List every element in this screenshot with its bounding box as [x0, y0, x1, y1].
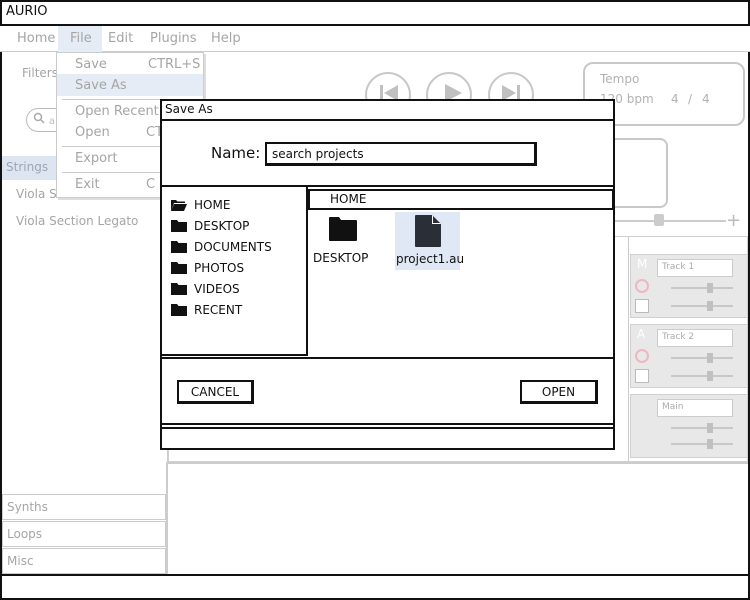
menu-item-open[interactable]: Open: [75, 125, 110, 140]
pan-slider[interactable]: [671, 443, 733, 445]
file-item-label[interactable]: project1.au: [396, 252, 464, 266]
dialog-status-bar: [160, 427, 615, 450]
mute-toggle[interactable]: M: [637, 257, 647, 271]
folder-item-home[interactable]: HOME: [170, 196, 230, 214]
menu-item-save[interactable]: Save: [75, 57, 107, 72]
zoom-slider-track[interactable]: [614, 220, 726, 222]
category-synths[interactable]: Synths: [2, 494, 166, 520]
record-icon[interactable]: [635, 279, 649, 293]
folder-icon: [171, 304, 187, 316]
folder-icon: [171, 283, 187, 295]
bottom-pane: [168, 462, 748, 574]
record-icon[interactable]: [635, 349, 649, 363]
pan-slider-handle[interactable]: [707, 371, 713, 381]
dialog-title: Save As: [165, 102, 213, 116]
menu-help[interactable]: Help: [211, 31, 241, 46]
folder-open-icon: [171, 200, 187, 211]
track-strip: A Track 2: [630, 324, 748, 388]
track-divider: [628, 236, 629, 462]
current-path: HOME: [330, 192, 367, 206]
category-loops[interactable]: Loops: [2, 521, 166, 547]
tempo-label: Tempo: [600, 72, 640, 86]
menu-home[interactable]: Home: [17, 31, 55, 46]
track-checkbox[interactable]: [635, 369, 649, 383]
library-item[interactable]: Viola Section Legato: [16, 214, 138, 228]
file-name-input[interactable]: [265, 142, 537, 166]
file-icon[interactable]: [414, 214, 442, 252]
zoom-slider-handle[interactable]: [654, 214, 664, 226]
app-title: AURIO: [6, 4, 48, 19]
filters-button[interactable]: Filters: [22, 66, 58, 80]
volume-slider[interactable]: [671, 357, 733, 359]
folder-label: DESKTOP: [194, 219, 250, 233]
track-name-field[interactable]: Track 2: [657, 329, 733, 347]
folder-label: PHOTOS: [194, 261, 245, 275]
time-signature-separator: /: [688, 92, 693, 106]
menu-item-exit[interactable]: Exit: [75, 177, 100, 192]
shortcut-save: CTRL+S: [148, 57, 201, 72]
pan-slider-handle[interactable]: [707, 301, 713, 311]
cancel-button[interactable]: CANCEL: [177, 380, 254, 404]
file-pane: [308, 187, 615, 356]
arm-toggle[interactable]: A: [637, 327, 645, 341]
pan-slider[interactable]: [671, 375, 733, 377]
menu-file[interactable]: File: [70, 31, 92, 46]
volume-slider[interactable]: [671, 427, 733, 429]
folder-icon[interactable]: [328, 216, 358, 246]
open-button[interactable]: OPEN: [520, 380, 598, 404]
volume-slider-handle[interactable]: [707, 353, 713, 363]
track-name-field[interactable]: Track 1: [657, 259, 733, 277]
library-item[interactable]: Viola S: [16, 187, 57, 201]
menu-plugins[interactable]: Plugins: [150, 31, 197, 46]
zoom-in-button[interactable]: +: [726, 210, 741, 231]
track-strip-main: Main: [630, 394, 748, 458]
library-search-hint: a: [48, 116, 55, 127]
track-checkbox[interactable]: [635, 299, 649, 313]
track-strip: M Track 1: [630, 254, 748, 318]
folder-label: RECENT: [194, 303, 243, 317]
folder-label: DOCUMENTS: [194, 240, 272, 254]
folder-icon: [171, 262, 187, 274]
category-strings-label: Strings: [6, 160, 49, 174]
pan-slider[interactable]: [671, 305, 733, 307]
status-bar: [0, 574, 750, 600]
folder-item-desktop[interactable]: DESKTOP: [170, 217, 249, 235]
menu-item-open-recent[interactable]: Open Recent: [75, 104, 159, 119]
folder-item-documents[interactable]: DOCUMENTS: [170, 238, 272, 256]
folder-item-photos[interactable]: PHOTOS: [170, 259, 244, 277]
search-icon: a: [33, 112, 55, 127]
shortcut-exit: C: [146, 177, 156, 192]
category-misc[interactable]: Misc: [2, 548, 166, 574]
folder-label: VIDEOS: [194, 282, 240, 296]
folder-item-videos[interactable]: VIDEOS: [170, 280, 240, 298]
name-label: Name:: [211, 144, 261, 162]
time-signature-numerator[interactable]: 4: [671, 92, 679, 106]
folder-icon: [171, 220, 187, 232]
app-title-bar: [0, 0, 750, 26]
folder-label: HOME: [194, 198, 231, 212]
time-signature-denominator[interactable]: 4: [702, 92, 710, 106]
folder-icon: [171, 241, 187, 253]
menu-edit[interactable]: Edit: [108, 31, 133, 46]
menu-item-save-as[interactable]: Save As: [75, 78, 127, 93]
pan-slider-handle[interactable]: [707, 439, 713, 449]
folder-item-recent[interactable]: RECENT: [170, 301, 242, 319]
track-name-field[interactable]: Main: [657, 399, 733, 417]
file-item-label[interactable]: DESKTOP: [313, 251, 368, 265]
dialog-title-bar: [160, 99, 615, 121]
menu-item-export[interactable]: Export: [75, 151, 118, 166]
volume-slider-handle[interactable]: [707, 283, 713, 293]
volume-slider-handle[interactable]: [707, 423, 713, 433]
volume-slider[interactable]: [671, 287, 733, 289]
